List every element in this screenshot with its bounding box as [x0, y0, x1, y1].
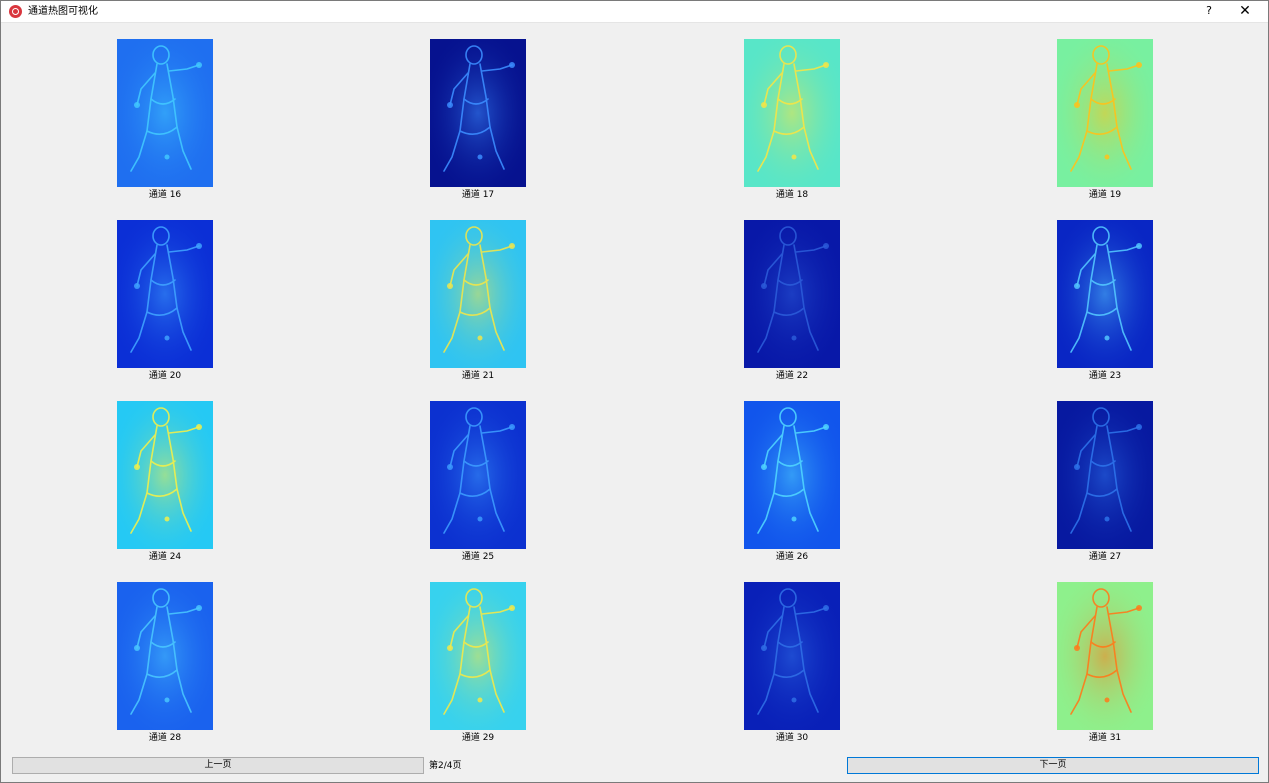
- channel-label: 通道 23: [1088, 371, 1122, 381]
- channel-cell: 通道 18: [712, 23, 872, 200]
- channel-cell: 通道 27: [1025, 385, 1185, 562]
- channel-heatmap-image: [117, 401, 213, 549]
- channel-heatmap-image: [744, 582, 840, 730]
- channel-label: 通道 30: [775, 733, 809, 743]
- channel-heatmap-image: [430, 582, 526, 730]
- channel-label: 通道 22: [775, 371, 809, 381]
- channel-label: 通道 19: [1088, 190, 1122, 200]
- channel-heatmap-image: [744, 401, 840, 549]
- prev-page-button[interactable]: 上一页: [12, 757, 424, 774]
- channel-heatmap-image: [1057, 582, 1153, 730]
- channel-cell: 通道 22: [712, 204, 872, 381]
- channel-heatmap-image: [430, 39, 526, 187]
- channel-heatmap-image: [1057, 220, 1153, 368]
- channel-cell: 通道 19: [1025, 23, 1185, 200]
- channel-cell: 通道 24: [85, 385, 245, 562]
- channel-cell: 通道 21: [398, 204, 558, 381]
- help-button[interactable]: ?: [1196, 1, 1222, 23]
- channel-heatmap-image: [430, 220, 526, 368]
- channel-cell: 通道 29: [398, 566, 558, 743]
- channel-heatmap-image: [744, 39, 840, 187]
- channel-cell: 通道 31: [1025, 566, 1185, 743]
- channel-label: 通道 27: [1088, 552, 1122, 562]
- window-title: 通道热图可视化: [28, 6, 98, 17]
- channel-heatmap-image: [744, 220, 840, 368]
- channel-label: 通道 16: [148, 190, 182, 200]
- next-page-button[interactable]: 下一页: [847, 757, 1259, 774]
- channel-label: 通道 24: [148, 552, 182, 562]
- channel-cell: 通道 16: [85, 23, 245, 200]
- channel-cell: 通道 20: [85, 204, 245, 381]
- channel-cell: 通道 25: [398, 385, 558, 562]
- channel-grid: 通道 16 通道 17 通道 18 通道 19 通道 20 通道 21 通道 22 通道 23…: [1, 23, 1269, 749]
- channel-label: 通道 17: [461, 190, 495, 200]
- channel-heatmap-image: [117, 39, 213, 187]
- title-bar: 通道热图可视化 ? ✕: [1, 1, 1268, 23]
- channel-label: 通道 25: [461, 552, 495, 562]
- channel-label: 通道 31: [1088, 733, 1122, 743]
- heatmap-window: 通道热图可视化 ? ✕ 通道 16 通道 17 通道 18 通道 19 通道 20 通道 …: [0, 0, 1269, 783]
- channel-label: 通道 26: [775, 552, 809, 562]
- channel-cell: 通道 26: [712, 385, 872, 562]
- channel-label: 通道 18: [775, 190, 809, 200]
- channel-label: 通道 28: [148, 733, 182, 743]
- channel-label: 通道 29: [461, 733, 495, 743]
- channel-cell: 通道 23: [1025, 204, 1185, 381]
- channel-cell: 通道 30: [712, 566, 872, 743]
- close-button[interactable]: ✕: [1232, 1, 1258, 23]
- channel-heatmap-image: [1057, 401, 1153, 549]
- channel-heatmap-image: [1057, 39, 1153, 187]
- channel-cell: 通道 28: [85, 566, 245, 743]
- channel-heatmap-image: [430, 401, 526, 549]
- channel-heatmap-image: [117, 582, 213, 730]
- page-indicator: 第2/4页: [429, 761, 462, 771]
- app-icon: [9, 5, 22, 18]
- channel-cell: 通道 17: [398, 23, 558, 200]
- channel-label: 通道 21: [461, 371, 495, 381]
- channel-label: 通道 20: [148, 371, 182, 381]
- channel-heatmap-image: [117, 220, 213, 368]
